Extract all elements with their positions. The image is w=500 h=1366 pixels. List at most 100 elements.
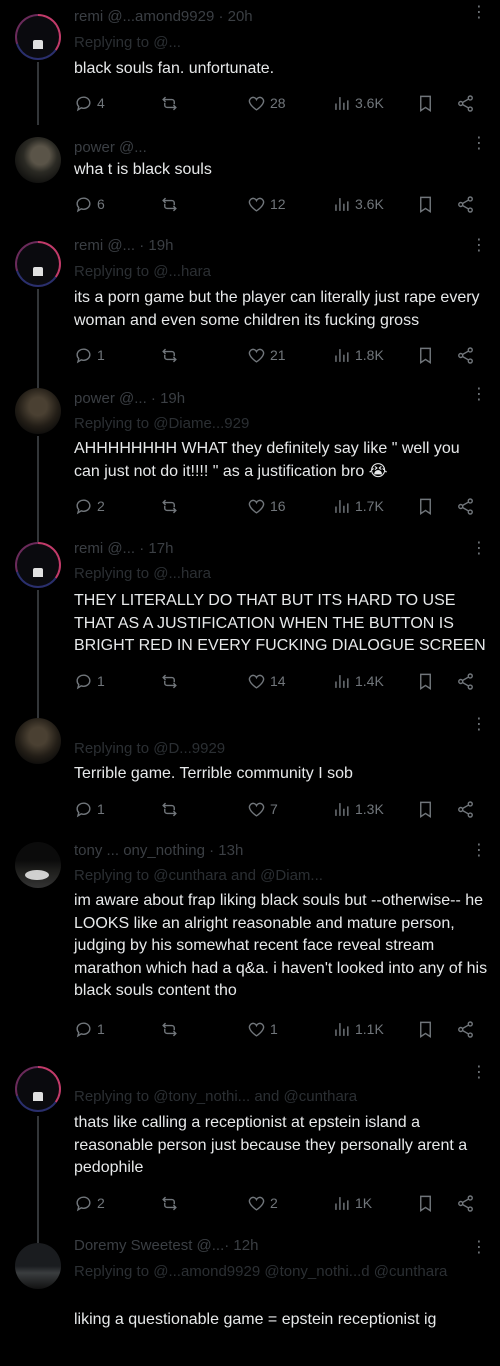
like-button[interactable]: 16 (247, 495, 286, 517)
reply-button[interactable]: 1 (74, 670, 105, 692)
tweet[interactable]: ⋮ Replying to @D...9929 Terrible game. T… (0, 710, 500, 838)
share-button[interactable] (456, 1192, 475, 1214)
avatar[interactable] (15, 14, 61, 60)
tweet-header[interactable]: remi @... · 19h (74, 237, 173, 254)
share-button[interactable] (456, 344, 475, 366)
tweet[interactable]: remi @... · 19h ⋮ Replying to @...hara i… (0, 235, 500, 380)
views-button[interactable]: 1.4K (332, 670, 384, 692)
repost-icon (162, 1022, 177, 1036)
like-button[interactable]: 7 (247, 798, 278, 820)
bookmark-button[interactable] (416, 670, 435, 692)
repost-button[interactable] (160, 798, 183, 820)
repost-button[interactable] (160, 92, 183, 114)
tweet-header[interactable]: Doremy Sweetest @...· 12h (74, 1237, 258, 1254)
views-button[interactable]: 3.6K (332, 193, 384, 215)
share-icon (458, 346, 473, 364)
like-count: 7 (270, 801, 278, 817)
replying-to[interactable]: Replying to @tony_nothi... and @cunthara (74, 1088, 357, 1105)
reply-button[interactable]: 1 (74, 1018, 105, 1040)
like-button[interactable]: 1 (247, 1018, 278, 1040)
avatar[interactable] (15, 842, 61, 888)
repost-button[interactable] (160, 670, 183, 692)
tweet-actions: 4 28 3.6K (74, 92, 484, 114)
tweet-header[interactable]: tony ... ony_nothing · 13h (74, 842, 243, 859)
like-button[interactable]: 28 (247, 92, 286, 114)
views-button[interactable]: 1.7K (332, 495, 384, 517)
views-button[interactable]: 1.1K (332, 1018, 384, 1040)
views-button[interactable]: 3.6K (332, 92, 384, 114)
tweet[interactable]: Doremy Sweetest @...· 12h ⋮ Replying to … (0, 1233, 500, 1366)
views-button[interactable]: 1.3K (332, 798, 384, 820)
avatar[interactable] (15, 1243, 61, 1289)
views-button[interactable]: 1.8K (332, 344, 384, 366)
reply-button[interactable]: 1 (74, 798, 105, 820)
like-button[interactable]: 2 (247, 1192, 278, 1214)
share-button[interactable] (456, 495, 475, 517)
avatar[interactable] (15, 542, 61, 588)
tweet[interactable]: power @... ⋮ wha t is black souls 6 12 3… (0, 125, 500, 235)
tweet[interactable]: ⋮ Replying to @tony_nothi... and @cuntha… (0, 1048, 500, 1233)
more-options-icon[interactable]: ⋮ (471, 5, 487, 21)
replying-to[interactable]: Replying to @cunthara and @Diam... (74, 867, 323, 884)
like-button[interactable]: 12 (247, 193, 286, 215)
share-button[interactable] (456, 798, 475, 820)
heart-icon (248, 1022, 265, 1037)
avatar[interactable] (15, 388, 61, 434)
share-button[interactable] (456, 1018, 475, 1040)
like-count: 2 (270, 1195, 278, 1211)
repost-button[interactable] (160, 193, 183, 215)
more-options-icon[interactable]: ⋮ (471, 717, 487, 733)
replying-to[interactable]: Replying to @D...9929 (74, 740, 225, 757)
avatar[interactable] (15, 718, 61, 764)
views-button[interactable]: 1K (332, 1192, 372, 1214)
reply-button[interactable]: 1 (74, 344, 105, 366)
more-options-icon[interactable]: ⋮ (471, 1065, 487, 1081)
repost-button[interactable] (160, 1018, 183, 1040)
bookmark-button[interactable] (416, 193, 435, 215)
replying-to[interactable]: Replying to @... (74, 34, 181, 51)
more-options-icon[interactable]: ⋮ (471, 238, 487, 254)
share-button[interactable] (456, 193, 475, 215)
tweet[interactable]: power @... · 19h ⋮ Replying to @Diame...… (0, 380, 500, 530)
share-icon (458, 1020, 473, 1038)
replying-to[interactable]: Replying to @...amond9929 @tony_nothi...… (74, 1263, 447, 1280)
more-options-icon[interactable]: ⋮ (471, 1240, 487, 1256)
more-options-icon[interactable]: ⋮ (471, 136, 487, 152)
avatar[interactable] (15, 1066, 61, 1112)
share-button[interactable] (456, 92, 475, 114)
reply-button[interactable]: 2 (74, 495, 105, 517)
more-options-icon[interactable]: ⋮ (471, 541, 487, 557)
avatar[interactable] (15, 241, 61, 287)
bookmark-button[interactable] (416, 1018, 435, 1040)
bookmark-button[interactable] (416, 92, 435, 114)
more-options-icon[interactable]: ⋮ (471, 387, 487, 403)
repost-icon (162, 1196, 177, 1210)
like-button[interactable]: 14 (247, 670, 286, 692)
thread-line (37, 590, 39, 710)
reply-button[interactable]: 4 (74, 92, 105, 114)
tweet-header[interactable]: remi @...amond9929 · 20h (74, 8, 253, 25)
reply-button[interactable]: 6 (74, 193, 105, 215)
avatar[interactable] (15, 137, 61, 183)
replying-to[interactable]: Replying to @Diame...929 (74, 415, 249, 432)
reply-button[interactable]: 2 (74, 1192, 105, 1214)
tweet[interactable]: remi @... · 17h ⋮ Replying to @...hara T… (0, 530, 500, 710)
tweet-header[interactable]: power @... · 19h (74, 390, 185, 407)
bookmark-button[interactable] (416, 1192, 435, 1214)
tweet[interactable]: remi @...amond9929 · 20h ⋮ Replying to @… (0, 0, 500, 125)
more-options-icon[interactable]: ⋮ (471, 843, 487, 859)
bookmark-button[interactable] (416, 344, 435, 366)
repost-button[interactable] (160, 344, 183, 366)
tweet-header[interactable]: remi @... · 17h (74, 540, 173, 557)
repost-button[interactable] (160, 1192, 183, 1214)
repost-button[interactable] (160, 495, 183, 517)
like-button[interactable]: 21 (247, 344, 286, 366)
tweet-header[interactable]: power @... (74, 139, 147, 156)
replying-to[interactable]: Replying to @...hara (74, 565, 211, 582)
replying-to[interactable]: Replying to @...hara (74, 263, 211, 280)
bookmark-button[interactable] (416, 495, 435, 517)
bookmark-button[interactable] (416, 798, 435, 820)
like-count: 12 (270, 196, 286, 212)
tweet[interactable]: tony ... ony_nothing · 13h ⋮ Replying to… (0, 838, 500, 1048)
share-button[interactable] (456, 670, 475, 692)
